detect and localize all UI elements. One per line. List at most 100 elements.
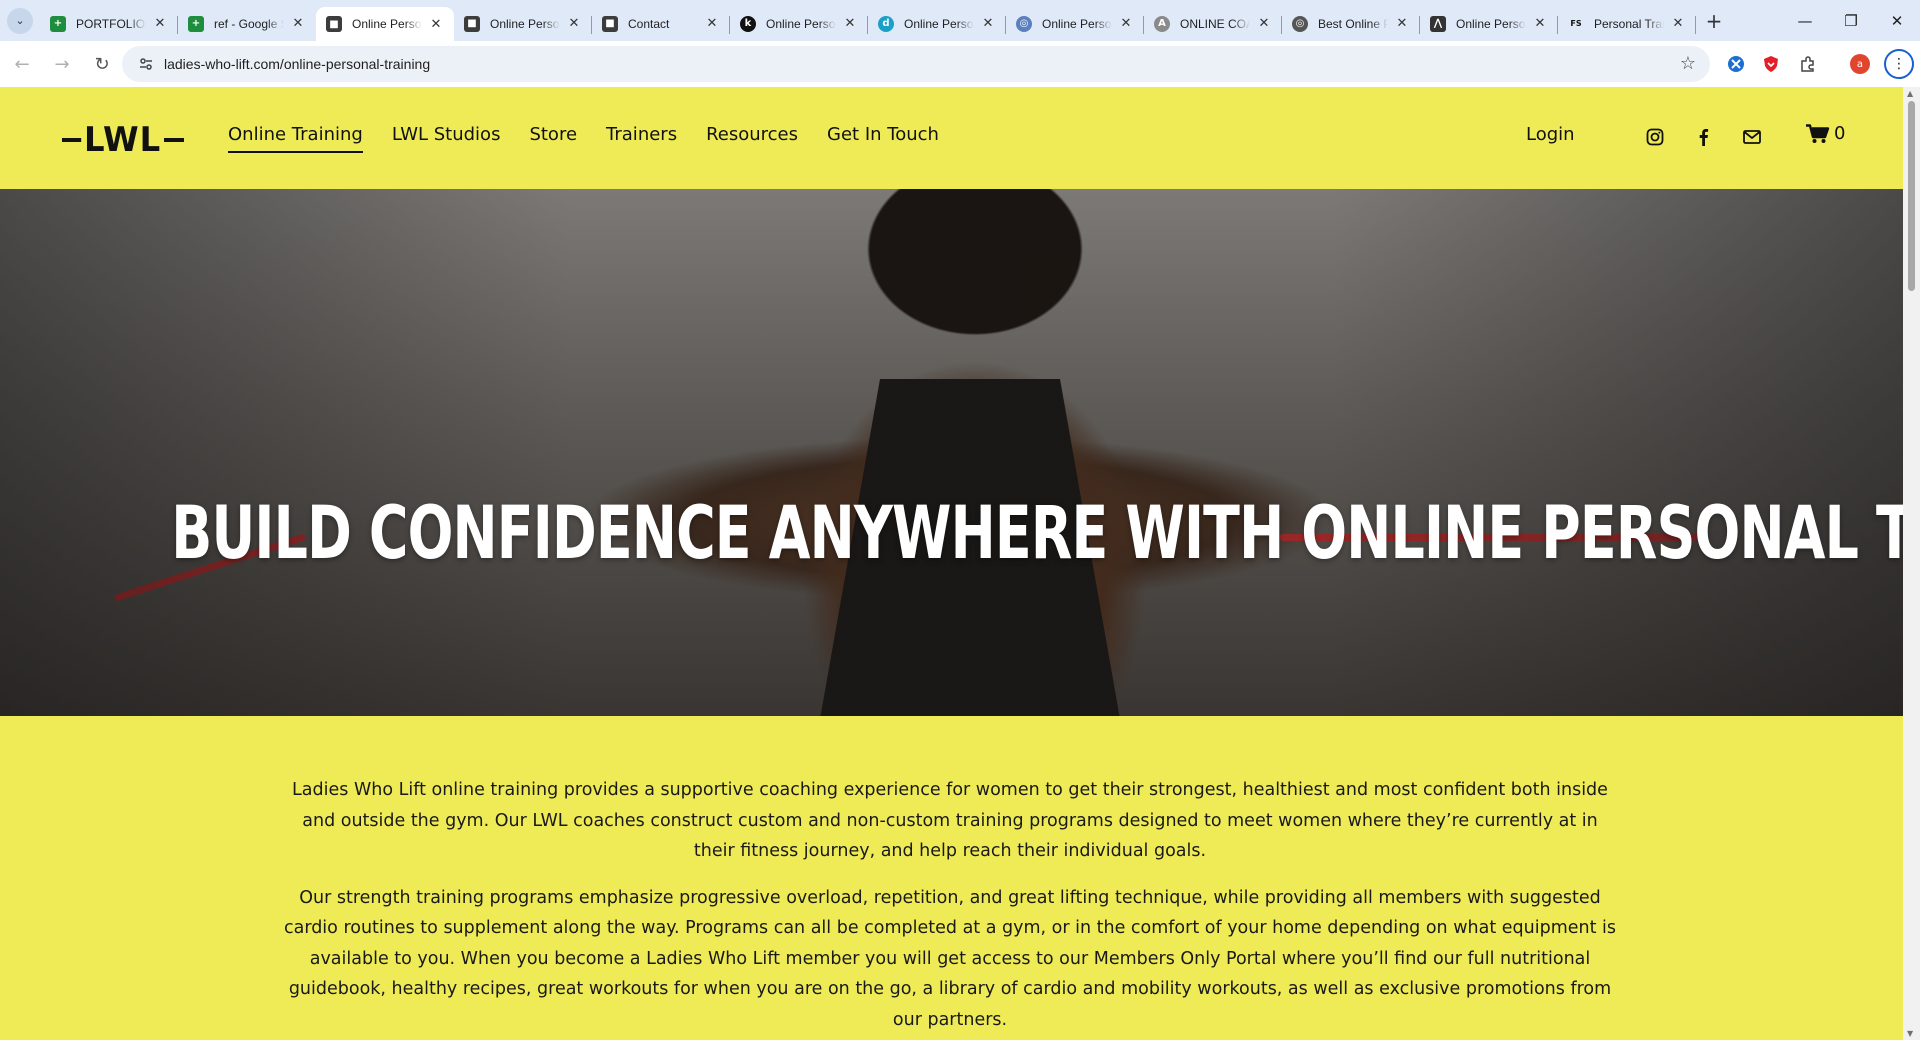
- tab-title: ref - Google Sheets: [214, 16, 284, 31]
- email-icon[interactable]: [1742, 127, 1762, 147]
- tab-separator: [1695, 15, 1696, 34]
- tab-title: Best Online Personal Trainers: [1318, 16, 1388, 31]
- facebook-icon[interactable]: [1693, 127, 1713, 147]
- forward-button[interactable]: →: [44, 46, 80, 82]
- profile-avatar[interactable]: a: [1847, 51, 1873, 77]
- window-controls: — ❐ ✕: [1782, 0, 1920, 41]
- nav-lwl-studios[interactable]: LWL Studios: [392, 123, 501, 153]
- sheets-icon: +: [188, 15, 204, 32]
- close-tab-icon[interactable]: ✕: [704, 16, 720, 32]
- site-info-icon[interactable]: [130, 56, 162, 72]
- close-tab-icon[interactable]: ✕: [290, 16, 306, 32]
- browser-toolbar: ← → ↻ ladies-who-lift.com/online-persona…: [0, 41, 1920, 87]
- browser-tab[interactable]: ■ Online Personal Training ✕: [316, 6, 454, 42]
- squarespace-cube-icon: ■: [602, 15, 618, 32]
- hero-banner: BUILD CONFIDENCE ANYWHERE WITH ONLINE PE…: [0, 189, 1903, 716]
- hero-overlay: [0, 189, 1903, 716]
- hero-title: BUILD CONFIDENCE ANYWHERE WITH ONLINE PE…: [171, 491, 1903, 576]
- chevron-down-icon: ⌄: [15, 14, 25, 27]
- arrow-left-icon: ←: [14, 53, 30, 75]
- intro-paragraph-2: Our strength training programs emphasize…: [283, 887, 1617, 1030]
- close-tab-icon[interactable]: ✕: [1670, 16, 1686, 32]
- fs-icon: FS: [1570, 19, 1582, 28]
- browser-tab[interactable]: FS Personal Training ✕: [1558, 7, 1696, 41]
- address-bar[interactable]: ladies-who-lift.com/online-personal-trai…: [122, 46, 1710, 82]
- close-tab-icon[interactable]: ✕: [842, 16, 858, 32]
- nav-store[interactable]: Store: [529, 123, 577, 153]
- main-navigation: Online Training LWL Studios Store Traine…: [228, 123, 968, 153]
- nav-trainers[interactable]: Trainers: [606, 123, 677, 153]
- nav-resources[interactable]: Resources: [706, 123, 798, 153]
- squarespace-cube-icon: ■: [326, 16, 342, 32]
- squarespace-cube-icon: ■: [464, 15, 480, 32]
- tab-search-button[interactable]: ⌄: [0, 0, 40, 41]
- tab-title: Online Personal Training: [352, 17, 422, 31]
- scroll-up-icon[interactable]: ▲: [1907, 89, 1913, 98]
- close-tab-icon[interactable]: ✕: [152, 16, 168, 32]
- close-tab-icon[interactable]: ✕: [1256, 16, 1272, 32]
- browser-tab[interactable]: ■ Online Personal Training ✕: [454, 7, 592, 41]
- new-tab-button[interactable]: +: [1696, 0, 1732, 41]
- tab-title: PORTFOLIO - Google Sheets: [76, 16, 146, 31]
- profile-initial: a: [1850, 54, 1870, 74]
- browser-tab[interactable]: d Online Personal Training ✕: [868, 7, 1006, 41]
- cart-button[interactable]: 0: [1806, 123, 1845, 144]
- browser-tab[interactable]: A ONLINE COACHING ✕: [1144, 7, 1282, 41]
- mountain-icon: ⋀: [1430, 15, 1446, 32]
- teal-circle-icon: d: [878, 15, 894, 32]
- reload-button[interactable]: ↻: [84, 46, 120, 82]
- bookmark-star-icon[interactable]: ☆: [1680, 53, 1696, 74]
- logo-bar-left: [62, 138, 82, 142]
- restore-button[interactable]: ❐: [1828, 0, 1874, 41]
- tab-title: Online Personal Training: [904, 16, 974, 31]
- logo-text: LWL: [81, 120, 165, 160]
- logo-bar-right: [164, 138, 184, 142]
- close-tab-icon[interactable]: ✕: [1118, 16, 1134, 32]
- extension-shield-icon[interactable]: [1758, 51, 1784, 77]
- page-scrollbar[interactable]: ▲ ▼: [1903, 87, 1920, 1040]
- tab-title: Online Personal Training: [766, 16, 836, 31]
- cart-count: 0: [1834, 123, 1846, 144]
- instagram-icon[interactable]: [1645, 127, 1665, 147]
- close-tab-icon[interactable]: ✕: [1532, 16, 1548, 32]
- close-tab-icon[interactable]: ✕: [428, 16, 444, 32]
- browser-tab[interactable]: + ref - Google Sheets ✕: [178, 7, 316, 41]
- kebab-menu-icon: ⋮: [1892, 56, 1906, 72]
- intro-paragraph-1: Ladies Who Lift online training provides…: [292, 780, 1608, 861]
- back-button[interactable]: ←: [4, 46, 40, 82]
- browser-menu-button[interactable]: ⋮: [1884, 49, 1914, 79]
- reload-icon: ↻: [94, 53, 110, 75]
- browser-tab[interactable]: + PORTFOLIO - Google Sheets ✕: [40, 7, 178, 41]
- browser-tab[interactable]: ■ Contact ✕: [592, 7, 730, 41]
- scroll-down-icon[interactable]: ▼: [1907, 1029, 1913, 1038]
- sheets-icon: +: [50, 15, 66, 32]
- browser-tab[interactable]: ◎ Online Personal Training ✕: [1006, 7, 1144, 41]
- cart-icon: [1806, 123, 1830, 143]
- extension-blue-icon[interactable]: [1723, 51, 1749, 77]
- close-tab-icon[interactable]: ✕: [980, 16, 996, 32]
- nav-get-in-touch[interactable]: Get In Touch: [827, 123, 939, 153]
- extensions-puzzle-icon[interactable]: [1795, 51, 1821, 77]
- web-page: LWL Online Training LWL Studios Store Tr…: [0, 87, 1903, 1040]
- minimize-button[interactable]: —: [1782, 0, 1828, 41]
- tab-title: ONLINE COACHING: [1180, 16, 1250, 31]
- site-header: LWL Online Training LWL Studios Store Tr…: [0, 87, 1903, 189]
- close-tab-icon[interactable]: ✕: [566, 16, 582, 32]
- close-tab-icon[interactable]: ✕: [1394, 16, 1410, 32]
- globe-icon: ◎: [1016, 15, 1032, 32]
- site-logo[interactable]: LWL: [62, 120, 184, 160]
- browser-tab[interactable]: ◎ Best Online Personal Trainers ✕: [1282, 7, 1420, 41]
- plus-icon: +: [1705, 8, 1723, 33]
- url-text: ladies-who-lift.com/online-personal-trai…: [164, 56, 431, 72]
- globe-icon: ◎: [1292, 15, 1308, 32]
- login-link[interactable]: Login: [1526, 123, 1575, 147]
- browser-tab[interactable]: ⋀ Online Personal Training ✕: [1420, 7, 1558, 41]
- tab-title: Personal Training: [1594, 16, 1664, 31]
- scrollbar-thumb[interactable]: [1908, 101, 1915, 291]
- arrow-right-icon: →: [54, 53, 70, 75]
- browser-tab[interactable]: k Online Personal Training ✕: [730, 7, 868, 41]
- tab-title: Online Personal Training: [1456, 16, 1526, 31]
- nav-online-training[interactable]: Online Training: [228, 123, 363, 153]
- close-window-button[interactable]: ✕: [1874, 0, 1920, 41]
- a-circle-icon: A: [1154, 15, 1170, 32]
